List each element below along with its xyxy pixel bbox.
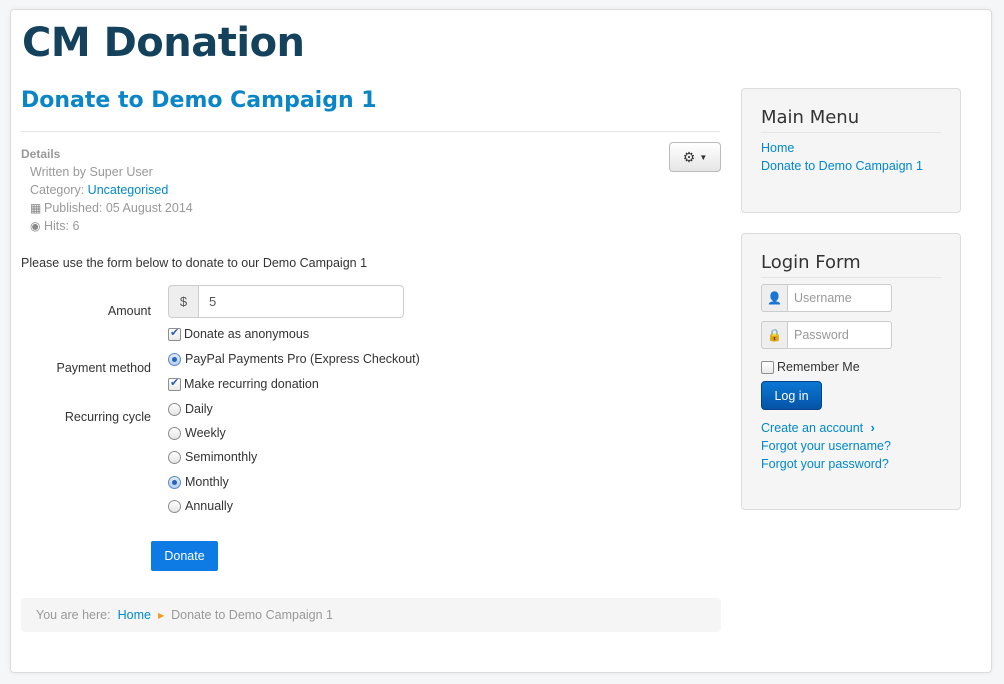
user-icon: 👤: [761, 284, 788, 312]
menu-link-donate[interactable]: Donate to Demo Campaign 1: [761, 159, 923, 173]
password-input[interactable]: [788, 321, 892, 349]
title-divider: [21, 131, 720, 132]
username-group: 👤: [761, 284, 892, 312]
author: Written by Super User: [30, 165, 153, 179]
forgot-username-row: Forgot your username?: [761, 437, 891, 455]
login-form-module: Login Form 👤 🔒 Remember Me Log in Create…: [741, 233, 961, 510]
category-label: Category:: [30, 183, 88, 197]
cycle-radio[interactable]: [168, 426, 181, 440]
forgot-password-link[interactable]: Forgot your password?: [761, 457, 889, 471]
caret-down-icon: ▼: [699, 152, 708, 162]
main-menu-title: Main Menu: [761, 107, 941, 133]
recurring-option[interactable]: Make recurring donation: [168, 376, 319, 392]
forgot-password-row: Forgot your password?: [761, 455, 891, 473]
create-account-row: Create an account ›: [761, 419, 891, 437]
main-menu-list: Home Donate to Demo Campaign 1: [761, 139, 941, 175]
cycle-radio[interactable]: [168, 475, 181, 489]
currency-addon: $: [168, 285, 199, 318]
published-date: ▦ Published: 05 August 2014: [21, 199, 193, 217]
hits-text: Hits: 6: [44, 219, 80, 233]
cycle-radio[interactable]: [168, 499, 181, 513]
main-menu-module: Main Menu Home Donate to Demo Campaign 1: [741, 88, 961, 213]
eye-icon: ◉: [30, 219, 41, 233]
payment-radio[interactable]: [168, 352, 181, 366]
cycle-option-semimonthly[interactable]: Semimonthly: [168, 449, 257, 465]
payment-option-label: PayPal Payments Pro (Express Checkout): [185, 352, 420, 366]
calendar-icon: ▦: [30, 201, 42, 215]
gear-icon: ⚙: [682, 148, 696, 165]
login-form-title: Login Form: [761, 252, 941, 278]
create-account-link[interactable]: Create an account: [761, 421, 863, 435]
forgot-username-link[interactable]: Forgot your username?: [761, 439, 891, 453]
payment-method-label: Payment method: [56, 361, 152, 375]
hits: ◉ Hits: 6: [21, 217, 193, 235]
cycle-option-monthly[interactable]: Monthly: [168, 474, 229, 490]
breadcrumb-prefix: You are here:: [36, 608, 111, 622]
amount-input[interactable]: [199, 285, 404, 318]
cycle-label: Semimonthly: [185, 450, 258, 464]
cycle-radio[interactable]: [168, 450, 181, 464]
username-input[interactable]: [788, 284, 892, 312]
cycle-label: Monthly: [185, 475, 229, 489]
donate-button[interactable]: Donate: [151, 541, 218, 571]
payment-option[interactable]: PayPal Payments Pro (Express Checkout): [168, 351, 420, 367]
password-group: 🔒: [761, 321, 892, 349]
recurring-label: Make recurring donation: [184, 377, 319, 391]
remember-label: Remember Me: [777, 360, 860, 374]
remember-me[interactable]: Remember Me: [761, 360, 860, 374]
category: Category: Uncategorised: [21, 181, 193, 199]
recurring-cycle-label: Recurring cycle: [64, 410, 151, 424]
cycle-label: Annually: [185, 499, 233, 513]
site-title[interactable]: CM Donation: [22, 20, 305, 66]
intro-text: Please use the form below to donate to o…: [21, 256, 368, 270]
chevron-right-icon: ›: [870, 421, 875, 435]
amount-label: Amount: [107, 304, 151, 318]
cycle-option-weekly[interactable]: Weekly: [168, 425, 226, 441]
login-links: Create an account › Forgot your username…: [761, 419, 891, 473]
menu-item: Home: [761, 139, 941, 157]
cycle-radio[interactable]: [168, 402, 181, 416]
breadcrumb-home-link[interactable]: Home: [118, 608, 151, 622]
anonymous-checkbox[interactable]: [168, 326, 181, 341]
breadcrumb: You are here: Home ▶ Donate to Demo Camp…: [21, 598, 721, 632]
breadcrumb-separator-icon: ▶: [157, 610, 165, 620]
cycle-label: Daily: [185, 402, 213, 416]
article-details: Details Written by Super User Category: …: [21, 147, 193, 235]
breadcrumb-current: Donate to Demo Campaign 1: [171, 608, 334, 622]
menu-item: Donate to Demo Campaign 1: [761, 157, 941, 175]
anonymous-option[interactable]: Donate as anonymous: [168, 326, 309, 342]
cycle-label: Weekly: [185, 426, 226, 440]
remember-checkbox[interactable]: [761, 360, 774, 374]
lock-icon: 🔒: [761, 321, 788, 349]
category-link[interactable]: Uncategorised: [88, 183, 169, 197]
amount-group: $: [168, 285, 404, 318]
published-text: Published: 05 August 2014: [44, 201, 193, 215]
recurring-checkbox[interactable]: [168, 376, 181, 391]
article-title: Donate to Demo Campaign 1: [21, 88, 377, 113]
details-heading: Details: [21, 147, 61, 161]
menu-link-home[interactable]: Home: [761, 141, 794, 155]
anonymous-label: Donate as anonymous: [184, 327, 310, 341]
login-button[interactable]: Log in: [761, 381, 822, 410]
article-tools-button[interactable]: ⚙ ▼: [669, 142, 721, 172]
cycle-option-daily[interactable]: Daily: [168, 401, 213, 417]
cycle-option-annually[interactable]: Annually: [168, 498, 233, 514]
